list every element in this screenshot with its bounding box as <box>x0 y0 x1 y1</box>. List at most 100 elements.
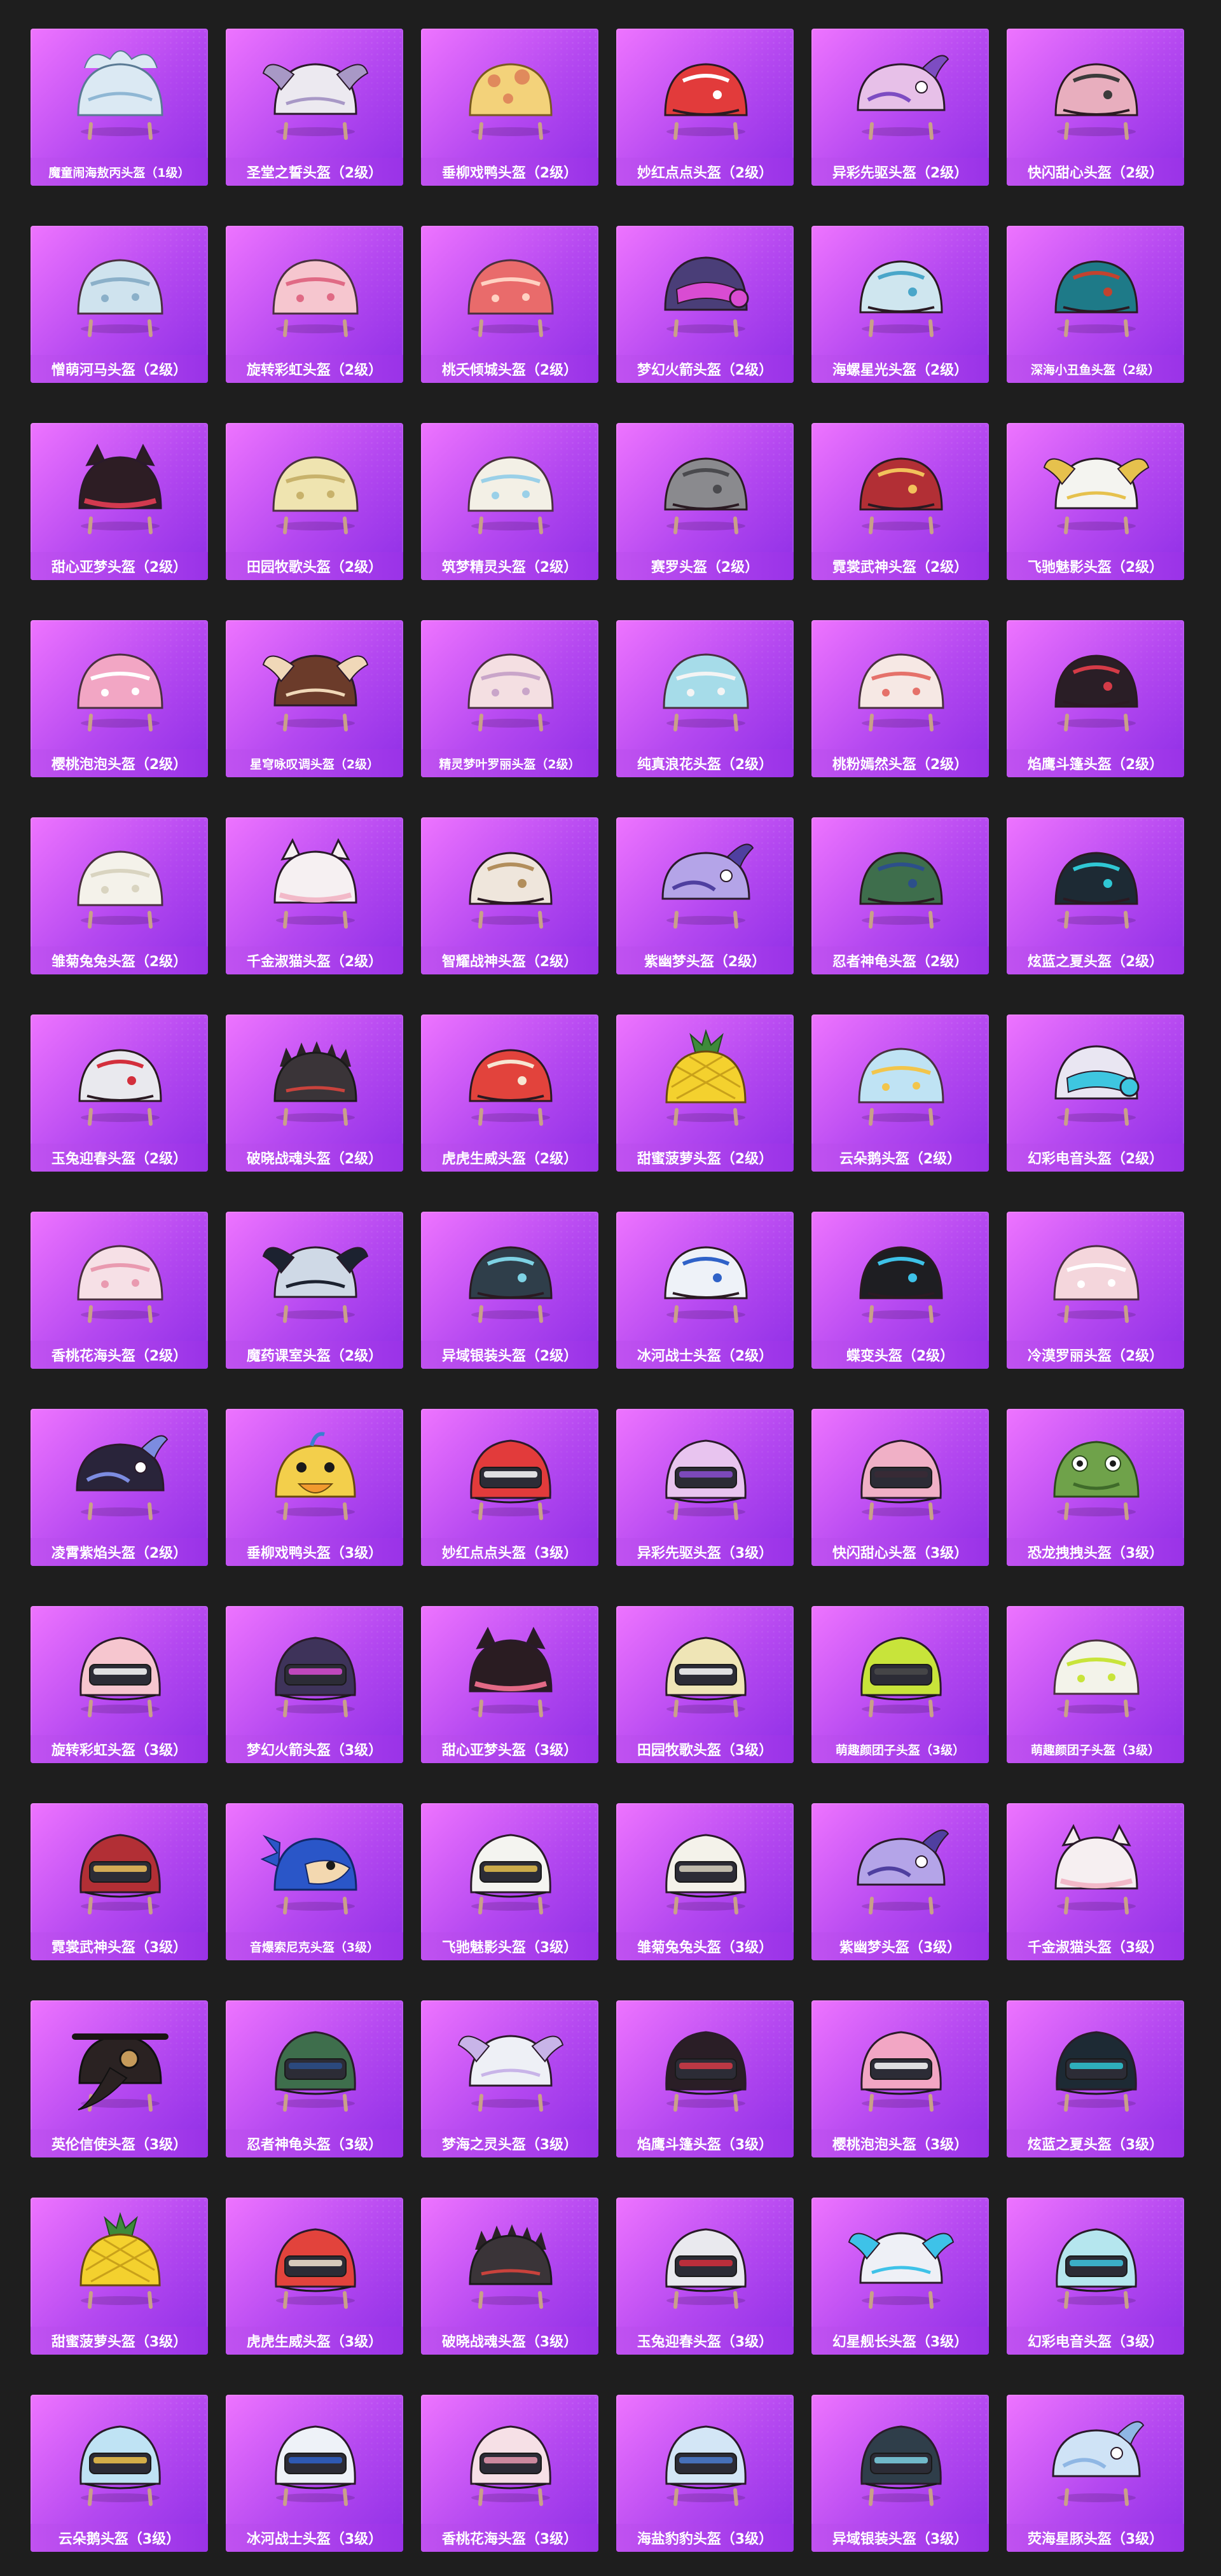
helmet-label-bar: 快闪甜心头盔（2级） <box>1007 158 1184 186</box>
helmet-card[interactable]: 幻彩电音头盔（3级） <box>1007 2198 1184 2355</box>
helmet-icon <box>1042 1226 1150 1324</box>
helmet-card[interactable]: 凌霄紫焰头盔（2级） <box>31 1409 208 1566</box>
helmet-card[interactable]: 异彩先驱头盔（2级） <box>811 29 989 186</box>
helmet-card[interactable]: 海盐豹豹头盔（3级） <box>616 2395 794 2552</box>
helmet-card[interactable]: 冰河战士头盔（3级） <box>226 2395 403 2552</box>
helmet-card[interactable]: 田园牧歌头盔（3级） <box>616 1606 794 1763</box>
helmet-card[interactable]: 恐龙拽拽头盔（3级） <box>1007 1409 1184 1566</box>
helmet-card[interactable]: 飞驰魅影头盔（3级） <box>421 1803 598 1960</box>
helmet-card[interactable]: 赛罗头盔（2级） <box>616 423 794 580</box>
helmet-card[interactable]: 星穹咏叹调头盔（2级） <box>226 620 403 777</box>
helmet-card[interactable]: 圣堂之誓头盔（2级） <box>226 29 403 186</box>
helmet-icon <box>456 634 564 733</box>
helmet-card[interactable]: 甜蜜菠萝头盔（3级） <box>31 2198 208 2355</box>
helmet-card[interactable]: 精灵梦叶罗丽头盔（2级） <box>421 620 598 777</box>
helmet-card[interactable]: 破晓战魂头盔（3级） <box>421 2198 598 2355</box>
helmet-icon <box>651 240 759 338</box>
helmet-card[interactable]: 异彩先驱头盔（3级） <box>616 1409 794 1566</box>
helmet-card[interactable]: 千金淑猫头盔（3级） <box>1007 1803 1184 1960</box>
helmet-card[interactable]: 萌趣颜团子头盔（3级） <box>1007 1606 1184 1763</box>
helmet-card[interactable]: 垂柳戏鸭头盔（3级） <box>226 1409 403 1566</box>
helmet-card[interactable]: 异域银装头盔（3级） <box>811 2395 989 2552</box>
helmet-icon <box>456 2409 564 2507</box>
helmet-card[interactable]: 幻彩电音头盔（2级） <box>1007 1014 1184 1172</box>
helmet-card[interactable]: 梦幻火箭头盔（2级） <box>616 226 794 383</box>
helmet-card[interactable]: 紫幽梦头盔（2级） <box>616 817 794 974</box>
helmet-label-bar: 垂柳戏鸭头盔（2级） <box>421 158 598 186</box>
helmet-card[interactable]: 玉兔迎春头盔（3级） <box>616 2198 794 2355</box>
helmet-card[interactable]: 旋转彩虹头盔（3级） <box>31 1606 208 1763</box>
helmet-name: 甜蜜菠萝头盔（2级） <box>637 1151 773 1167</box>
helmet-label-bar: 雏菊兔兔头盔（2级） <box>31 946 208 974</box>
helmet-card[interactable]: 雏菊兔兔头盔（3级） <box>616 1803 794 1960</box>
helmet-name: 玉兔迎春头盔（2级） <box>51 1151 188 1167</box>
helmet-card[interactable]: 纯真浪花头盔（2级） <box>616 620 794 777</box>
helmet-card[interactable]: 甜心亚梦头盔（3级） <box>421 1606 598 1763</box>
helmet-card[interactable]: 霓裳武神头盔（2级） <box>811 423 989 580</box>
helmet-label-bar: 凌霄紫焰头盔（2级） <box>31 1538 208 1566</box>
helmet-card[interactable]: 忍者神龟头盔（2级） <box>811 817 989 974</box>
helmet-card[interactable]: 英伦信使头盔（3级） <box>31 2000 208 2157</box>
helmet-card[interactable]: 破晓战魂头盔（2级） <box>226 1014 403 1172</box>
helmet-card[interactable]: 甜蜜菠萝头盔（2级） <box>616 1014 794 1172</box>
helmet-card[interactable]: 冷漠罗丽头盔（2级） <box>1007 1212 1184 1369</box>
helmet-card[interactable]: 千金淑猫头盔（2级） <box>226 817 403 974</box>
helmet-card[interactable]: 荧海星豚头盔（3级） <box>1007 2395 1184 2552</box>
helmet-name: 快闪甜心头盔（3级） <box>832 1546 969 1562</box>
helmet-card[interactable]: 蝶变头盔（2级） <box>811 1212 989 1369</box>
helmet-label-bar: 纯真浪花头盔（2级） <box>616 749 794 777</box>
helmet-card[interactable]: 妙红点点头盔（3级） <box>421 1409 598 1566</box>
helmet-card[interactable]: 云朵鹅头盔（2级） <box>811 1014 989 1172</box>
helmet-card[interactable]: 魔药课室头盔（2级） <box>226 1212 403 1369</box>
helmet-card[interactable]: 海螺星光头盔（2级） <box>811 226 989 383</box>
helmet-card[interactable]: 虎虎生威头盔（3级） <box>226 2198 403 2355</box>
helmet-card[interactable]: 焰鹰斗篷头盔（2级） <box>1007 620 1184 777</box>
helmet-card[interactable]: 筑梦精灵头盔（2级） <box>421 423 598 580</box>
helmet-card[interactable]: 桃夭倾城头盔（2级） <box>421 226 598 383</box>
helmet-card[interactable]: 炫蓝之夏头盔（3级） <box>1007 2000 1184 2157</box>
helmet-card[interactable]: 玉兔迎春头盔（2级） <box>31 1014 208 1172</box>
helmet-card[interactable]: 旋转彩虹头盔（2级） <box>226 226 403 383</box>
helmet-card[interactable]: 云朵鹅头盔（3级） <box>31 2395 208 2552</box>
helmet-name: 紫幽梦头盔（2级） <box>644 954 766 970</box>
helmet-label-bar: 妙红点点头盔（3级） <box>421 1538 598 1566</box>
helmet-label-bar: 荧海星豚头盔（3级） <box>1007 2524 1184 2552</box>
helmet-card[interactable]: 炫蓝之夏头盔（2级） <box>1007 817 1184 974</box>
helmet-card[interactable]: 焰鹰斗篷头盔（3级） <box>616 2000 794 2157</box>
helmet-icon <box>651 634 759 733</box>
helmet-card[interactable]: 异域银装头盔（2级） <box>421 1212 598 1369</box>
helmet-card[interactable]: 樱桃泡泡头盔（2级） <box>31 620 208 777</box>
helmet-card[interactable]: 霓裳武神头盔（3级） <box>31 1803 208 1960</box>
helmet-name: 幻彩电音头盔（2级） <box>1027 1151 1164 1167</box>
helmet-card[interactable]: 音爆索尼克头盔（3级） <box>226 1803 403 1960</box>
helmet-label-bar: 破晓战魂头盔（2级） <box>226 1144 403 1172</box>
helmet-card[interactable]: 樱桃泡泡头盔（3级） <box>811 2000 989 2157</box>
helmet-card[interactable]: 萌趣颜团子头盔（3级） <box>811 1606 989 1763</box>
helmet-card[interactable]: 快闪甜心头盔（2级） <box>1007 29 1184 186</box>
helmet-card[interactable]: 魔童闹海敖丙头盔（1级） <box>31 29 208 186</box>
helmet-card[interactable]: 深海小丑鱼头盔（2级） <box>1007 226 1184 383</box>
helmet-card[interactable]: 垂柳戏鸭头盔（2级） <box>421 29 598 186</box>
helmet-card[interactable]: 憎萌河马头盔（2级） <box>31 226 208 383</box>
helmet-card[interactable]: 妙红点点头盔（2级） <box>616 29 794 186</box>
helmet-card[interactable]: 甜心亚梦头盔（2级） <box>31 423 208 580</box>
helmet-card[interactable]: 飞驰魅影头盔（2级） <box>1007 423 1184 580</box>
helmet-card[interactable]: 梦幻火箭头盔（3级） <box>226 1606 403 1763</box>
helmet-card[interactable]: 雏菊兔兔头盔（2级） <box>31 817 208 974</box>
helmet-icon <box>456 240 564 338</box>
helmet-card[interactable]: 冰河战士头盔（2级） <box>616 1212 794 1369</box>
helmet-card[interactable]: 智耀战神头盔（2级） <box>421 817 598 974</box>
helmet-label-bar: 异域银装头盔（2级） <box>421 1341 598 1369</box>
helmet-card[interactable]: 香桃花海头盔（2级） <box>31 1212 208 1369</box>
helmet-card[interactable]: 幻星舰长头盔（3级） <box>811 2198 989 2355</box>
helmet-card[interactable]: 香桃花海头盔（3级） <box>421 2395 598 2552</box>
helmet-icon <box>261 831 369 930</box>
helmet-name: 飞驰魅影头盔（3级） <box>441 1940 578 1956</box>
helmet-card[interactable]: 虎虎生威头盔（2级） <box>421 1014 598 1172</box>
helmet-card[interactable]: 快闪甜心头盔（3级） <box>811 1409 989 1566</box>
helmet-card[interactable]: 桃粉嫣然头盔（2级） <box>811 620 989 777</box>
helmet-card[interactable]: 梦海之灵头盔（3级） <box>421 2000 598 2157</box>
helmet-card[interactable]: 忍者神龟头盔（3级） <box>226 2000 403 2157</box>
helmet-card[interactable]: 田园牧歌头盔（2级） <box>226 423 403 580</box>
helmet-card[interactable]: 紫幽梦头盔（3级） <box>811 1803 989 1960</box>
